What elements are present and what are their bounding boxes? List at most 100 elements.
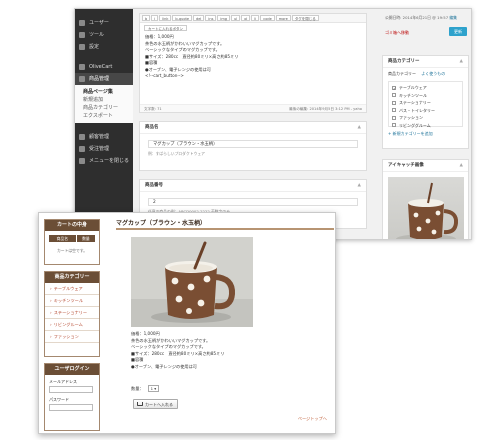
toolbar-li-button[interactable]: li [251,15,260,21]
product-number-field[interactable]: 2 [148,198,358,206]
product-icon [79,76,85,82]
toolbar-bold-button[interactable]: b [142,15,151,21]
last-edited: 最後の編集: 2014年9月5日 3:12 PM - yaho [289,107,362,111]
collapse-arrow-icon[interactable]: ▲ [358,180,361,192]
tab-popular-categories[interactable]: よく使うもの [421,71,445,76]
toolbar-img-button[interactable]: img [217,15,230,21]
tab-all-categories[interactable]: 商品カテゴリー [388,71,416,76]
publish-date: 公開日時: 2014年6月21日 @ 19:57 編集 [385,15,457,20]
product-number-box-title: 商品番号 ▲ [140,180,366,192]
sidebar-item-collapse[interactable]: メニューを閉じる [75,155,133,167]
page-top-link[interactable]: ページトップへ [298,416,327,422]
toolbar-ins-button[interactable]: ins [205,15,217,21]
product-name-hint: 例：すばらしいプロダクトウェア [148,151,205,156]
category-link-living[interactable]: › リビングルーム [45,319,99,331]
eyecatch-box-title: アイキャッチ画像 ▲ [383,160,468,172]
category-link-tableware[interactable]: › テーブルウェア [45,283,99,295]
move-to-trash-link[interactable]: ゴミ箱へ移動 [385,30,409,36]
toolbar-more-button[interactable]: more [275,15,291,21]
category-widget: 商品カテゴリー › テーブルウェア › キッチンツール › ステーショナリー › リビン… [44,271,100,357]
add-category-link[interactable]: + 新規カテゴリーを追加 [388,131,463,137]
password-field[interactable] [49,404,93,411]
arrow-icon: › [50,310,52,315]
eyecatch-image[interactable] [388,177,464,239]
editor-text[interactable]: 価格：1,000円 茶色の水玉柄がかわいいマグカップです。 ベーシックなタイプの… [145,34,361,80]
category-checkbox-item[interactable]: ステーショナリー [392,99,459,107]
composite-screenshot: ユーザー ツール 設定 OliveCart 商品管理 商品ページ集 新規追加 商… [0,0,500,440]
submenu-item-export[interactable]: エクスポート [83,112,133,120]
toolbar-ul-button[interactable]: ul [231,15,241,21]
checkbox-checked[interactable] [392,85,396,90]
quantity-label: 数量： [131,385,144,391]
word-count: 文字数: 71 [144,107,162,111]
category-checkbox-item[interactable]: キッチンツール [392,92,459,100]
checkbox[interactable] [392,108,396,112]
collapse-arrow-icon[interactable]: ▲ [460,56,463,68]
checkbox[interactable] [392,115,396,120]
sidebar-item-olivecart[interactable]: OliveCart [75,61,133,73]
product-name-field[interactable]: マグカップ（ブラウン・水玉柄） [148,140,358,148]
email-field[interactable] [49,386,93,393]
category-checkbox-item[interactable]: テーブルウェア [392,84,459,92]
title-underline [116,228,334,230]
sidebar-item-settings[interactable]: 設定 [75,41,133,53]
sidebar-item-products[interactable]: 商品管理 [75,73,133,85]
quantity-select[interactable]: 1 ▾ [147,385,160,392]
sidebar-submenu: 商品ページ集 新規追加 商品カテゴリー エクスポート [75,85,133,123]
store-window: カートの中身 商品名 数量 カートは空です。 商品カテゴリー › テーブルウェア ›… [38,212,336,434]
checkbox[interactable] [392,123,396,127]
cart-empty-text: カートは空です。 [57,248,87,253]
description-line: ■容積 [131,357,144,363]
toolbar-link-button[interactable]: link [159,15,172,21]
product-name-box-title: 商品名 ▲ [140,122,366,134]
chevron-down-icon: ▾ [154,386,157,391]
category-checkbox-item[interactable]: バス・トイレタリー [392,107,459,115]
toolbar-ol-button[interactable]: ol [241,15,251,21]
toolbar-italic-button[interactable]: i [151,15,159,21]
sidebar-item-customers[interactable]: 顧客管理 [75,131,133,143]
sidebar-item-orders[interactable]: 受注管理 [75,143,133,155]
toolbar-quote-button[interactable]: b-quote [172,15,193,21]
checkbox[interactable] [392,100,396,105]
arrow-icon: › [50,322,52,327]
toolbar-del-button[interactable]: del [193,15,205,21]
email-label: メールアドレス [49,379,77,384]
collapse-icon [79,158,85,164]
update-button[interactable]: 更新 [449,27,467,36]
mug-photo [131,237,253,327]
submenu-heading[interactable]: 商品ページ集 [83,88,133,96]
submenu-item-new[interactable]: 新規追加 [83,96,133,104]
cart-col-name: 商品名 [48,234,77,243]
eyecatch-box: アイキャッチ画像 ▲ [382,159,469,239]
collapse-arrow-icon[interactable]: ▲ [358,122,361,134]
publish-date-edit-link[interactable]: 編集 [449,15,457,20]
checkbox[interactable] [392,93,396,97]
admin-main: b i link b-quote del ins img ul ol li co… [133,9,471,239]
cart-icon [137,402,143,406]
category-checkbox-item[interactable]: ファッション [392,114,459,122]
cart-icon [79,64,85,70]
toolbar-close-tags-button[interactable]: タグを閉じる [291,15,319,21]
category-checkbox-item[interactable]: リビンググルーム [392,122,459,130]
category-checklist: テーブルウェア キッチンツール ステーショナリー バス・トイレタリー ファッショ… [388,81,463,130]
category-link-kitchen[interactable]: › キッチンツール [45,295,99,307]
product-image [131,237,253,327]
submenu-item-category[interactable]: 商品カテゴリー [83,104,133,112]
users-icon [79,20,85,26]
sidebar-item-users[interactable]: ユーザー [75,17,133,29]
category-tabs: 商品カテゴリー よく使うもの [383,68,468,80]
collapse-arrow-icon[interactable]: ▲ [460,160,463,172]
category-link-stationery[interactable]: › ステーショナリー [45,307,99,319]
category-link-fashion[interactable]: › ファッション [45,331,99,343]
tools-icon [79,32,85,38]
toolbar-code-button[interactable]: code [260,15,275,21]
add-to-cart-button[interactable]: カートへ入れる [133,399,178,409]
sidebar-item-tools[interactable]: ツール [75,29,133,41]
admin-window: ユーザー ツール 設定 OliveCart 商品管理 商品ページ集 新規追加 商… [74,8,472,240]
content-editor[interactable]: b i link b-quote del ins img ul ol li co… [139,13,367,113]
description-line: 価格：1,000円 [131,331,160,336]
editor-status-bar: 文字数: 71 最後の編集: 2014年9月5日 3:12 PM - yaho [140,104,366,112]
cart-button-insert[interactable]: カートに入れるボタン [144,25,187,31]
admin-sidebar: ユーザー ツール 設定 OliveCart 商品管理 商品ページ集 新規追加 商… [75,9,133,239]
description-line: ●オーブン、電子レンジの使用は可 [131,363,197,369]
